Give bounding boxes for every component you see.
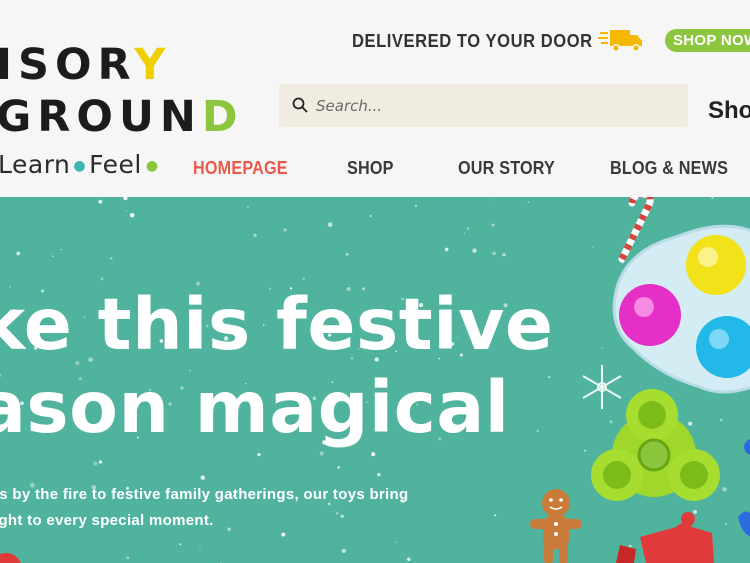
toy-fragment-icon [738, 511, 750, 537]
snowflake-icon [582, 365, 622, 409]
delivery-truck-icon [598, 30, 642, 52]
search-icon[interactable] [292, 97, 308, 113]
nav-item-shop[interactable]: SHOP [347, 158, 394, 179]
decor-circle-icon [0, 553, 21, 563]
shop-now-button[interactable]: SHOP NOW [665, 29, 750, 52]
hero-description: ts by the fire to festive family gatheri… [0, 486, 409, 529]
tagline-dot-icon: ● [145, 158, 159, 174]
fidget-spinner-icon [591, 389, 720, 501]
hero-title: ke this festive ason magical [0, 283, 554, 449]
nav-item-homepage[interactable]: HOMEPAGE [193, 158, 288, 179]
delivery-banner-text: DELIVERED TO YOUR DOOR [352, 31, 593, 51]
hero-banner[interactable]: ke this festive ason magical ts by the f… [0, 197, 750, 563]
search-input[interactable] [316, 84, 676, 127]
nav-item-our-story[interactable]: OUR STORY [458, 158, 555, 179]
pop-it-toy-icon [612, 224, 750, 394]
shop-menu-link[interactable]: Shop [708, 97, 750, 125]
logo-wordmark-top[interactable]: ISORY [0, 44, 171, 87]
nav-item-blog-news[interactable]: BLOG & NEWS [610, 158, 728, 179]
logo-tagline: Learn ● Feel ● [0, 150, 159, 179]
logo-wordmark-bottom[interactable]: GROUND [0, 96, 244, 139]
puzzle-piece-icon [616, 512, 714, 563]
gingerbread-icon [530, 489, 582, 563]
search-bar[interactable] [279, 84, 688, 127]
toy-fragment-icon [744, 439, 750, 455]
tagline-dot-icon: ● [73, 158, 87, 174]
site-header: ISORY GROUND Learn ● Feel ● DELIVERED TO YO… [0, 0, 750, 197]
